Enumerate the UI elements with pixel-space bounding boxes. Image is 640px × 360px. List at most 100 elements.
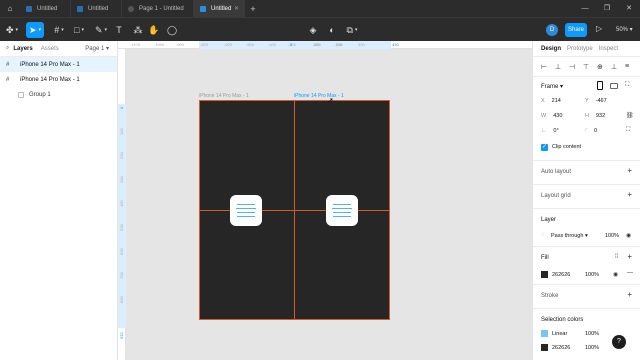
remove-fill-icon[interactable]: — [627, 270, 633, 276]
align-center-h-icon[interactable]: ⊥ [555, 63, 569, 71]
frame-label-selected[interactable]: iPhone 14 Pro Max - 1 [294, 93, 344, 99]
fill-opacity[interactable]: 100% [585, 272, 599, 278]
tab-prototype[interactable]: Prototype [567, 46, 593, 52]
search-icon[interactable]: ⌕ [6, 45, 9, 52]
mask-button[interactable]: ◐ [326, 22, 338, 38]
present-icon[interactable]: ▷ [596, 24, 602, 33]
tab-layers[interactable]: Layers [13, 46, 32, 52]
menu-card[interactable] [326, 195, 358, 226]
blend-mode-icon: ◌ [541, 232, 545, 238]
figma-menu-icon: ✤ [5, 24, 14, 35]
align-left-icon[interactable]: ⊢ [541, 63, 555, 71]
close-window-icon[interactable]: ✕ [618, 0, 640, 17]
text-tool-button[interactable]: T [113, 22, 125, 38]
clip-content-checkbox[interactable]: ✓ [541, 144, 548, 151]
portrait-icon[interactable] [597, 81, 603, 90]
rectangle-icon: □ [74, 25, 80, 35]
boolean-button[interactable]: ⧉ ▾ [343, 22, 361, 38]
layer-item[interactable]: Group 1 [0, 87, 117, 102]
tab-untitled-2[interactable]: Untitled [71, 0, 122, 17]
landscape-icon[interactable] [610, 83, 618, 89]
minimize-icon[interactable]: — [574, 0, 596, 17]
canvas[interactable]: -1100 -1000 -900 -800 -600 -500 -400 -30… [118, 41, 532, 360]
radius-field[interactable]: ◜ 0 [585, 128, 597, 134]
close-tab-icon[interactable]: ✕ [234, 5, 239, 12]
fill-swatch[interactable] [541, 271, 548, 278]
resources-button[interactable]: ⁂ [132, 22, 144, 38]
align-middle-icon[interactable]: ⊕ [597, 63, 611, 71]
add-fill-button[interactable]: + [627, 252, 632, 261]
tab-inspect[interactable]: Inspect [599, 46, 618, 52]
selection-color-swatch[interactable] [541, 330, 548, 337]
comment-icon: ◯ [166, 24, 178, 35]
tab-design[interactable]: Design [541, 46, 561, 52]
tab-untitled-active[interactable]: Untitled ✕ [194, 0, 245, 17]
avatar[interactable]: D [546, 24, 558, 36]
fill-hex[interactable]: 262626 [552, 272, 570, 278]
menu-card[interactable] [230, 195, 262, 226]
ruler-selection-range [118, 104, 126, 328]
tab-untitled-1[interactable]: Untitled [20, 0, 71, 17]
menu-line [237, 216, 255, 217]
page-selector[interactable]: Page 1 ▾ [85, 45, 109, 52]
shape-tool-button[interactable]: □ ▾ [70, 22, 88, 38]
selection-colors-section: Selection colors Linear 100% 262626 100% [533, 309, 640, 355]
align-top-icon[interactable]: ⊤ [583, 63, 597, 71]
share-button[interactable]: Share [565, 23, 587, 37]
home-icon[interactable]: ⌂ [0, 0, 20, 17]
new-tab-button[interactable]: + [245, 4, 261, 14]
add-layout-grid-button[interactable]: + [627, 190, 632, 199]
layer-item[interactable]: # iPhone 14 Pro Max - 1 [0, 72, 117, 87]
move-tool-button[interactable]: ➤ ▾ [26, 22, 44, 38]
width-field[interactable]: W 430 [541, 113, 562, 119]
rotation-field[interactable]: ∟ 0° [541, 128, 559, 134]
eye-icon[interactable]: ◉ [626, 232, 631, 239]
menu-line [333, 212, 351, 213]
align-bottom-icon[interactable]: ⊥ [611, 63, 625, 71]
tab-page1-untitled[interactable]: Page 1 - Untitled [122, 0, 194, 17]
frame-section: Frame ▾ ⛶ X 214 Y -467 W 430 H 932 ⛓ ∟ 0° ◜ 0 … [533, 77, 640, 161]
maximize-icon[interactable]: ❐ [596, 0, 618, 17]
y-field[interactable]: Y -467 [585, 98, 607, 104]
ruler-tick: 700 [119, 272, 124, 279]
frame-section-title[interactable]: Frame ▾ [541, 83, 563, 90]
hand-tool-button[interactable]: ✋ [148, 22, 160, 38]
zoom-dropdown[interactable]: 50% ▾ [616, 26, 633, 33]
stroke-title: Stroke [541, 293, 559, 299]
height-field[interactable]: H 932 [585, 113, 605, 119]
auto-layout-title: Auto layout [541, 169, 572, 175]
distribute-icon[interactable]: ≡ [625, 63, 639, 70]
blend-mode-dropdown[interactable]: Pass through ▾ [551, 233, 588, 239]
text-icon: T [116, 25, 122, 35]
frame-icon: # [6, 61, 10, 68]
add-stroke-button[interactable]: + [627, 290, 632, 299]
frame-tool-button[interactable]: # ▾ [50, 22, 68, 38]
x-field[interactable]: X 214 [541, 98, 561, 104]
selection-color-swatch[interactable] [541, 344, 548, 351]
tab-assets[interactable]: Assets [41, 46, 59, 52]
comment-tool-button[interactable]: ◯ [166, 22, 178, 38]
w-label: W [541, 113, 547, 119]
file-icon [77, 5, 83, 12]
style-icon[interactable]: ⁞⁞ [615, 254, 618, 260]
component-button[interactable]: ◈ [307, 22, 319, 38]
pen-tool-button[interactable]: ✎ ▾ [92, 22, 110, 38]
eye-icon[interactable]: ◉ [613, 271, 618, 278]
help-button[interactable]: ? [612, 335, 626, 349]
pen-icon: ✎ [94, 24, 103, 35]
rotation-icon: ∟ [541, 128, 547, 134]
ruler-tick: 100 [313, 42, 320, 47]
frame-label[interactable]: iPhone 14 Pro Max - 1 [199, 93, 249, 99]
add-auto-layout-button[interactable]: + [627, 166, 632, 175]
clip-content-label: Clip content [552, 144, 582, 150]
layer-opacity[interactable]: 100% [605, 233, 619, 239]
layer-item[interactable]: # iPhone 14 Pro Max - 1 [0, 57, 117, 72]
constrain-proportions-icon[interactable]: ⛓ [626, 112, 634, 119]
main-menu-button[interactable]: ✤ ▾ [4, 22, 20, 38]
ruler-tick: 500 [119, 224, 124, 231]
selection-color-opacity: 100% [585, 331, 600, 337]
resize-to-fit-icon[interactable]: ⛶ [625, 82, 629, 89]
align-right-icon[interactable]: ⊣ [569, 63, 583, 71]
selection-guide-line [199, 210, 390, 211]
independent-corners-icon[interactable]: ⛶ [626, 127, 630, 134]
